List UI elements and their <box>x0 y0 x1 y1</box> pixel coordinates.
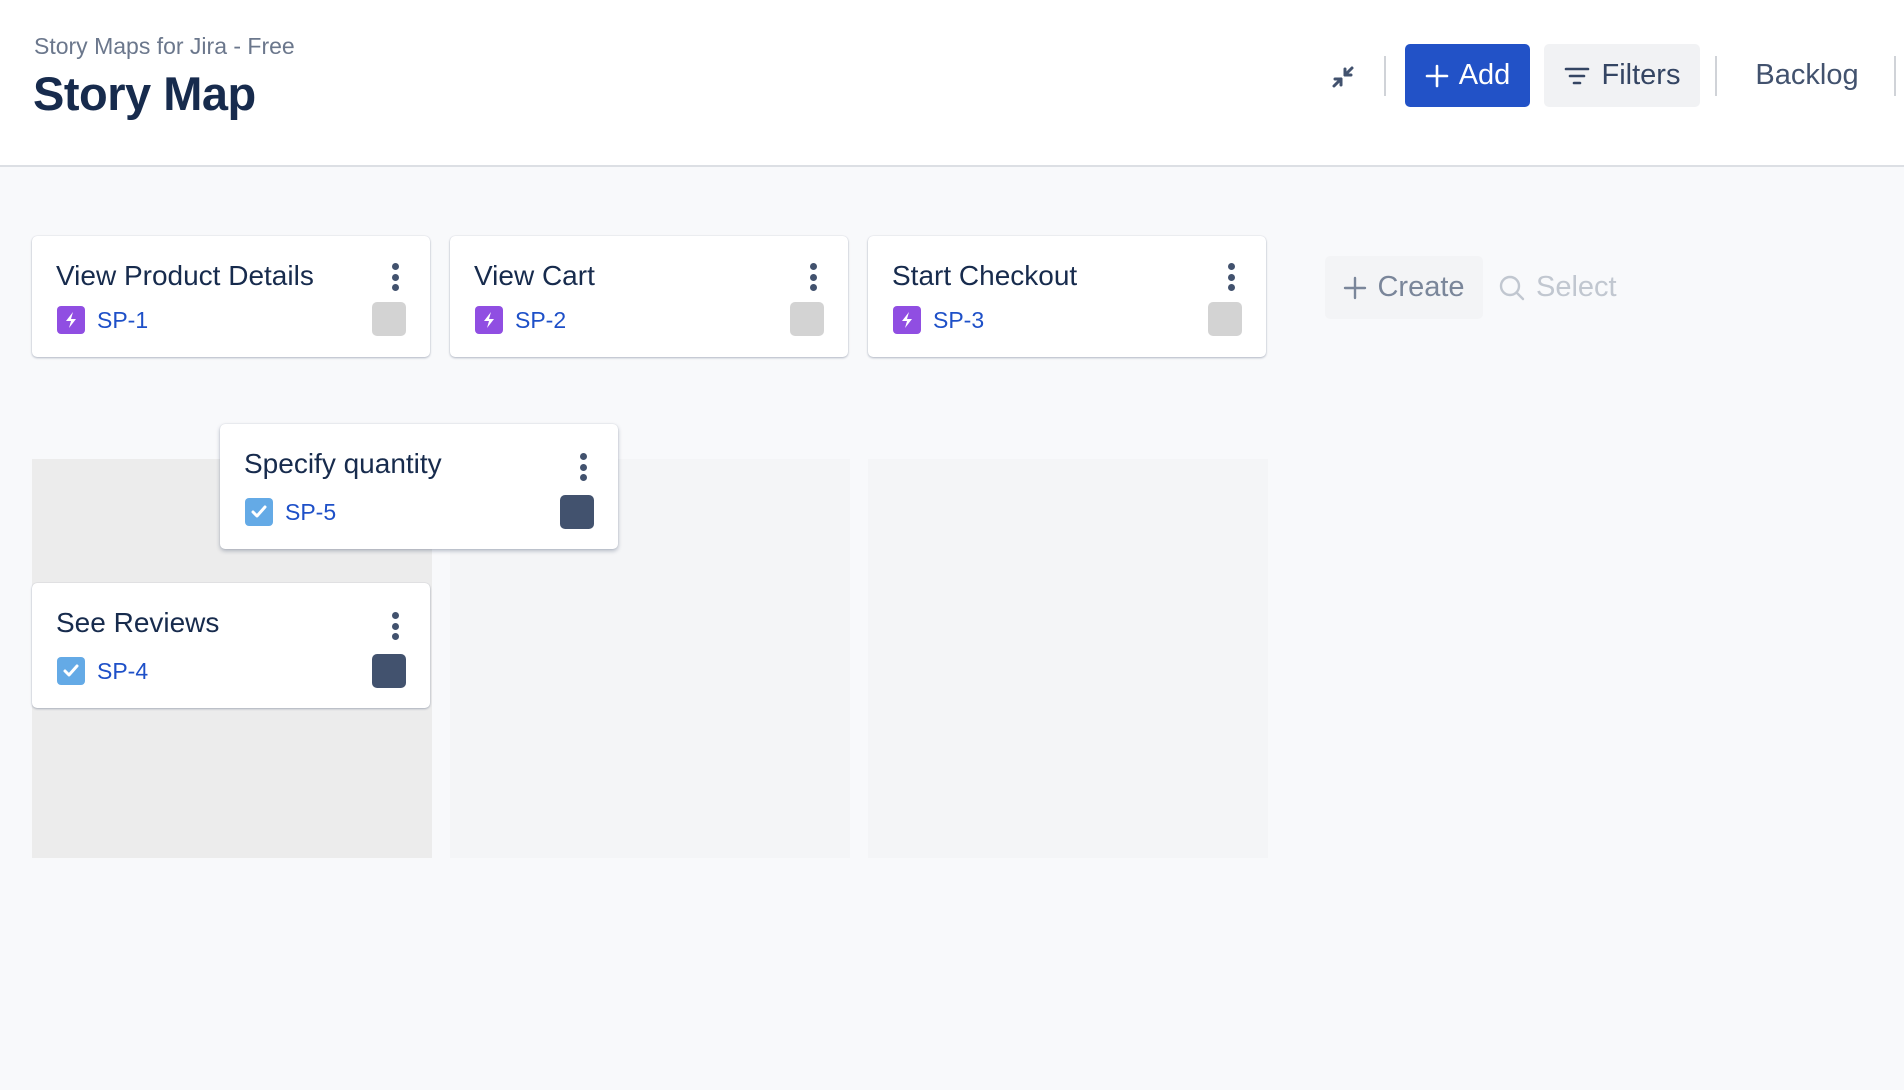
activity-card[interactable]: View Cart SP-2 <box>450 236 848 357</box>
epic-icon <box>893 306 921 334</box>
toolbar-divider <box>1384 56 1386 96</box>
status-indicator[interactable] <box>372 302 406 336</box>
epic-icon <box>57 306 85 334</box>
plus-icon <box>1344 276 1367 299</box>
status-indicator[interactable] <box>372 654 406 688</box>
story-column-3[interactable] <box>868 459 1268 858</box>
page-header: Story Maps for Jira - Free Story Map Add… <box>0 0 1904 167</box>
page-title: Story Map <box>33 67 256 120</box>
more-options-icon[interactable] <box>386 260 404 294</box>
collapse-button[interactable] <box>1326 60 1360 94</box>
app-subtitle: Story Maps for Jira - Free <box>34 33 295 59</box>
issue-key-link[interactable]: SP-3 <box>933 307 984 334</box>
more-options-icon[interactable] <box>386 609 404 643</box>
filters-button-label: Filters <box>1601 59 1681 91</box>
card-title: View Product Details <box>56 260 314 291</box>
card-title: See Reviews <box>56 607 220 638</box>
activity-card[interactable]: View Product Details SP-1 <box>32 236 430 357</box>
plus-icon <box>1425 64 1448 87</box>
dragged-story-card[interactable]: Specify quantity SP-5 <box>220 424 618 549</box>
status-indicator[interactable] <box>1208 302 1242 336</box>
status-indicator[interactable] <box>790 302 824 336</box>
card-title: View Cart <box>474 260 595 291</box>
filter-icon <box>1564 67 1589 84</box>
search-icon <box>1499 275 1525 300</box>
story-card[interactable]: See Reviews SP-4 <box>32 583 430 708</box>
select-button-label: Select <box>1536 271 1617 303</box>
filters-button[interactable]: Filters <box>1544 44 1700 107</box>
issue-key-link[interactable]: SP-2 <box>515 307 566 334</box>
create-button[interactable]: Create <box>1325 256 1483 319</box>
issue-key-link[interactable]: SP-4 <box>97 658 148 685</box>
task-checkbox-icon <box>57 657 85 685</box>
collapse-arrows-icon <box>1332 66 1354 88</box>
issue-key-link[interactable]: SP-1 <box>97 307 148 334</box>
task-checkbox-icon <box>245 498 273 526</box>
more-options-icon[interactable] <box>804 260 822 294</box>
toolbar-divider <box>1715 56 1717 96</box>
add-button-label: Add <box>1458 59 1511 91</box>
card-title: Specify quantity <box>244 448 442 479</box>
add-button[interactable]: Add <box>1405 44 1530 107</box>
epic-icon <box>475 306 503 334</box>
more-options-icon[interactable] <box>574 450 592 484</box>
create-button-label: Create <box>1377 271 1465 303</box>
more-options-icon[interactable] <box>1222 260 1240 294</box>
status-indicator[interactable] <box>560 495 594 529</box>
toolbar-divider <box>1894 56 1896 96</box>
issue-key-link[interactable]: SP-5 <box>285 499 336 526</box>
card-title: Start Checkout <box>892 260 1078 291</box>
activity-card[interactable]: Start Checkout SP-3 <box>868 236 1266 357</box>
select-button[interactable]: Select <box>1498 256 1633 319</box>
backlog-button[interactable]: Backlog <box>1736 44 1878 107</box>
